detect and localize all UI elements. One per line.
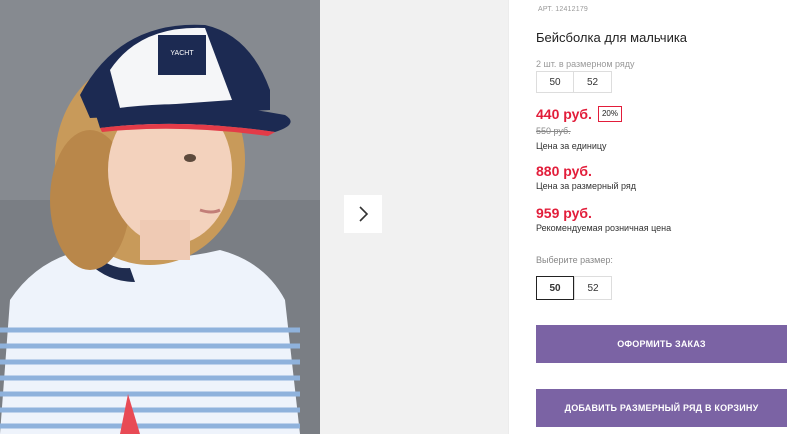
retail-price-caption: Рекомендуемая розничная цена bbox=[536, 223, 672, 233]
size-option-50[interactable]: 50 bbox=[536, 276, 574, 300]
product-photo[interactable]: YACHT bbox=[0, 0, 320, 434]
size-row-chip-52: 52 bbox=[574, 71, 612, 93]
svg-text:YACHT: YACHT bbox=[170, 50, 194, 57]
article-label: АРТ. bbox=[538, 6, 554, 13]
size-row-chip-50: 50 bbox=[536, 71, 574, 93]
size-option-52[interactable]: 52 bbox=[574, 276, 612, 300]
article-number: АРТ. 12412179 bbox=[536, 6, 588, 13]
add-row-to-cart-button[interactable]: ДОБАВИТЬ РАЗМЕРНЫЙ РЯД В КОРЗИНУ bbox=[536, 389, 787, 427]
discount-badge: 20% bbox=[597, 106, 622, 122]
product-gallery: YACHT bbox=[0, 0, 508, 434]
size-row-note: 2 шт. в размерном ряду bbox=[536, 59, 635, 69]
size-picker-label: Выберите размер: bbox=[536, 255, 613, 265]
size-row-list: 50 52 bbox=[536, 71, 612, 93]
row-price: 880 руб. bbox=[536, 163, 592, 179]
size-picker: 50 52 bbox=[536, 276, 612, 300]
product-photo-image: YACHT bbox=[0, 0, 320, 434]
old-price: 550 руб. bbox=[536, 126, 571, 136]
chevron-right-icon bbox=[359, 206, 369, 222]
order-button[interactable]: ОФОРМИТЬ ЗАКАЗ bbox=[536, 325, 787, 363]
unit-price: 440 руб. bbox=[536, 106, 592, 122]
retail-price: 959 руб. bbox=[536, 205, 592, 221]
article-value: 12412179 bbox=[555, 6, 589, 13]
unit-price-block: 440 руб. 20% bbox=[536, 106, 622, 122]
row-price-caption: Цена за размерный ряд bbox=[536, 181, 637, 191]
column-divider bbox=[508, 0, 509, 434]
unit-price-caption: Цена за единицу bbox=[536, 141, 607, 151]
next-photo-button[interactable] bbox=[344, 195, 382, 233]
product-title: Бейсболка для мальчика bbox=[536, 30, 688, 45]
